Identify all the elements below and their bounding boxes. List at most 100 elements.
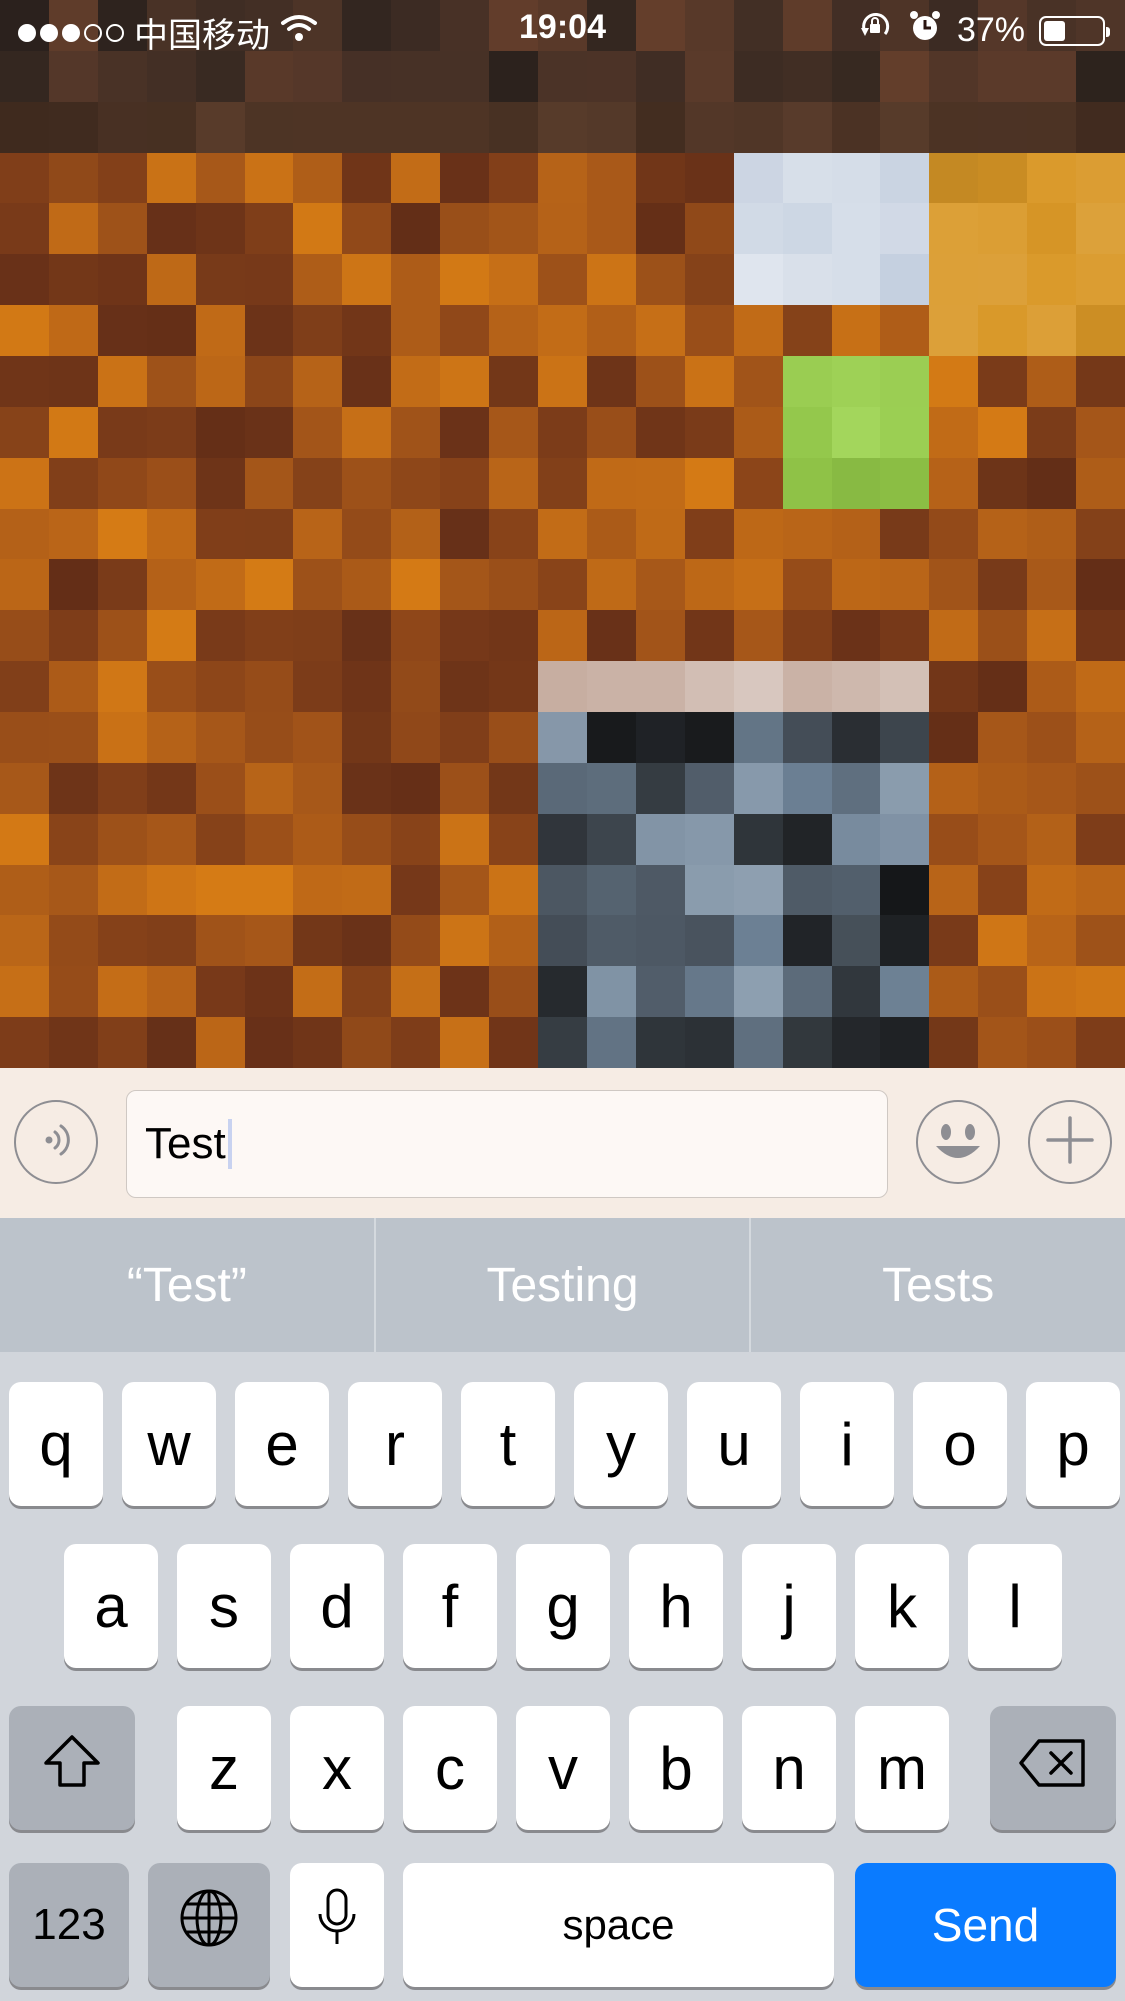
mosaic-tile [440, 712, 491, 764]
microphone-icon [315, 1886, 359, 1964]
mosaic-tile [538, 966, 588, 1019]
mosaic-tile [782, 1017, 833, 1068]
key-u[interactable]: u [687, 1382, 781, 1506]
mosaic-tile [391, 610, 442, 663]
key-x[interactable]: x [290, 1706, 384, 1830]
key-p[interactable]: p [1026, 1382, 1120, 1506]
mosaic-tile [244, 406, 295, 459]
key-y[interactable]: y [574, 1382, 668, 1506]
mosaic-tile [391, 508, 442, 561]
key-v[interactable]: v [516, 1706, 610, 1830]
mosaic-tile [586, 305, 637, 357]
mosaic-tile [929, 559, 980, 612]
key-m[interactable]: m [855, 1706, 949, 1830]
key-g[interactable]: g [516, 1544, 610, 1668]
key-o[interactable]: o [913, 1382, 1007, 1506]
mosaic-tile [146, 1017, 197, 1068]
mosaic-tile [342, 762, 393, 815]
key-z[interactable]: z [177, 1706, 271, 1830]
suggestion-item[interactable]: Testing [376, 1218, 752, 1352]
key-i[interactable]: i [800, 1382, 894, 1506]
mosaic-tile [146, 406, 197, 459]
mosaic-tile [0, 661, 50, 713]
numbers-key[interactable]: 123 [9, 1863, 129, 1987]
mosaic-tile [978, 101, 1029, 154]
voice-input-button[interactable] [14, 1100, 98, 1184]
mosaic-tile [1027, 661, 1078, 713]
mosaic-tile [391, 152, 442, 205]
suggestion-item[interactable]: Tests [751, 1218, 1125, 1352]
delete-key[interactable] [990, 1706, 1116, 1830]
mosaic-tile [391, 356, 442, 408]
mosaic-tile [195, 864, 246, 917]
key-b[interactable]: b [629, 1706, 723, 1830]
mosaic-tile [195, 101, 246, 154]
mosaic-tile [97, 356, 148, 408]
mosaic-tile [244, 966, 295, 1019]
mosaic-tile [0, 203, 50, 256]
mosaic-tile [831, 457, 882, 510]
mosaic-tile [733, 152, 784, 205]
key-a[interactable]: a [64, 1544, 158, 1668]
mosaic-tile [391, 101, 442, 154]
mosaic-tile [831, 152, 882, 205]
mosaic-tile [635, 1017, 686, 1068]
mosaic-tile [586, 559, 637, 612]
key-k[interactable]: k [855, 1544, 949, 1668]
mosaic-tile [342, 559, 393, 612]
mosaic-tile [1076, 254, 1125, 307]
mosaic-tile [0, 305, 50, 357]
mosaic-tile [586, 203, 637, 256]
suggestion-item[interactable]: “Test” [0, 1218, 376, 1352]
key-d[interactable]: d [290, 1544, 384, 1668]
mosaic-tile [244, 915, 295, 968]
key-s[interactable]: s [177, 1544, 271, 1668]
key-w[interactable]: w [122, 1382, 216, 1506]
key-r[interactable]: r [348, 1382, 442, 1506]
mosaic-tile [195, 661, 246, 713]
mosaic-tile [48, 254, 99, 307]
mosaic-tile [635, 101, 686, 154]
message-text-field[interactable]: Test [126, 1090, 888, 1198]
mosaic-tile [1076, 610, 1125, 663]
mosaic-tile [0, 508, 50, 561]
send-key[interactable]: Send [855, 1863, 1116, 1987]
key-e[interactable]: e [235, 1382, 329, 1506]
mosaic-tile [440, 254, 491, 307]
key-n[interactable]: n [742, 1706, 836, 1830]
key-q[interactable]: q [9, 1382, 103, 1506]
mosaic-tile [929, 305, 980, 357]
mosaic-tile [635, 508, 686, 561]
key-l[interactable]: l [968, 1544, 1062, 1668]
mosaic-tile [880, 101, 931, 154]
mosaic-tile [489, 508, 540, 561]
mosaic-tile [831, 356, 882, 408]
mosaic-tile [880, 559, 931, 612]
more-options-button[interactable] [1028, 1100, 1112, 1184]
mosaic-tile [880, 712, 931, 764]
mosaic-tile [929, 762, 980, 815]
shift-key[interactable] [9, 1706, 135, 1830]
mosaic-tile [782, 610, 833, 663]
mosaic-tile [342, 457, 393, 510]
globe-key[interactable] [148, 1863, 270, 1987]
keyboard: q w e r t y u i o p a s d f g h j k l z … [0, 1352, 1125, 2001]
key-t[interactable]: t [461, 1382, 555, 1506]
mosaic-tile [929, 915, 980, 968]
backspace-icon [1017, 1734, 1089, 1803]
mosaic-tile [782, 305, 833, 357]
mosaic-tile [733, 254, 784, 307]
dictation-key[interactable] [290, 1863, 384, 1987]
mosaic-tile [782, 661, 833, 713]
key-f[interactable]: f [403, 1544, 497, 1668]
space-key[interactable]: space [403, 1863, 834, 1987]
key-h[interactable]: h [629, 1544, 723, 1668]
key-j[interactable]: j [742, 1544, 836, 1668]
mosaic-tile [1076, 762, 1125, 815]
emoji-button[interactable] [916, 1100, 1000, 1184]
mosaic-tile [538, 864, 588, 917]
mosaic-tile [538, 101, 588, 154]
mosaic-tile [684, 762, 735, 815]
mosaic-tile [342, 661, 393, 713]
key-c[interactable]: c [403, 1706, 497, 1830]
